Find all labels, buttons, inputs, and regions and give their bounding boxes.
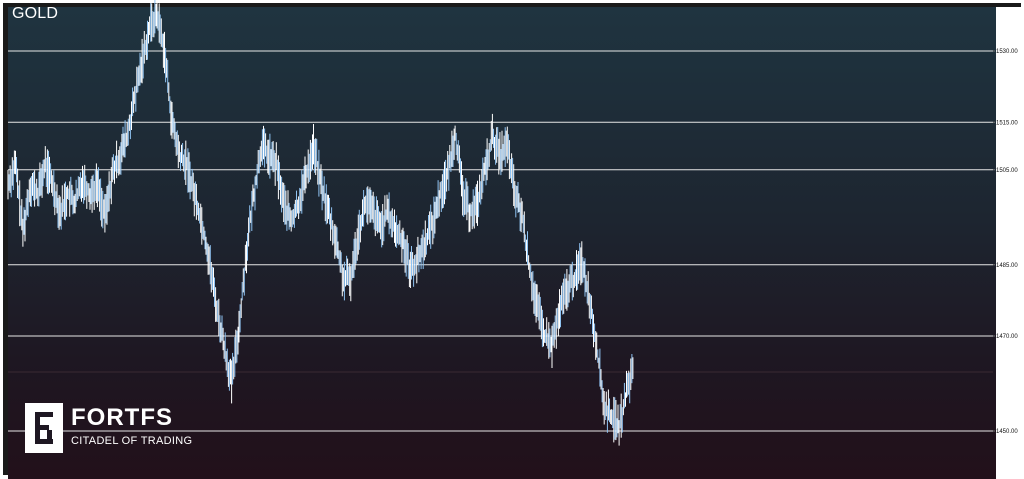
price-series xyxy=(7,0,634,446)
axis-label: 1505.00 xyxy=(996,168,1018,174)
brand-tagline: CITADEL OF TRADING xyxy=(71,435,193,447)
brand-logo: FORTFS CITADEL OF TRADING xyxy=(25,403,195,453)
axis-label: 1450.00 xyxy=(996,429,1018,435)
brand-name: FORTFS xyxy=(71,404,173,431)
axis-label: 1485.00 xyxy=(996,263,1018,269)
axis-label: 1470.00 xyxy=(996,334,1018,340)
fortfs-logo-icon xyxy=(25,403,63,453)
axis-label: 1515.00 xyxy=(996,120,1018,126)
axis-label: 1530.00 xyxy=(996,49,1018,55)
symbol-label: GOLD xyxy=(12,5,59,22)
